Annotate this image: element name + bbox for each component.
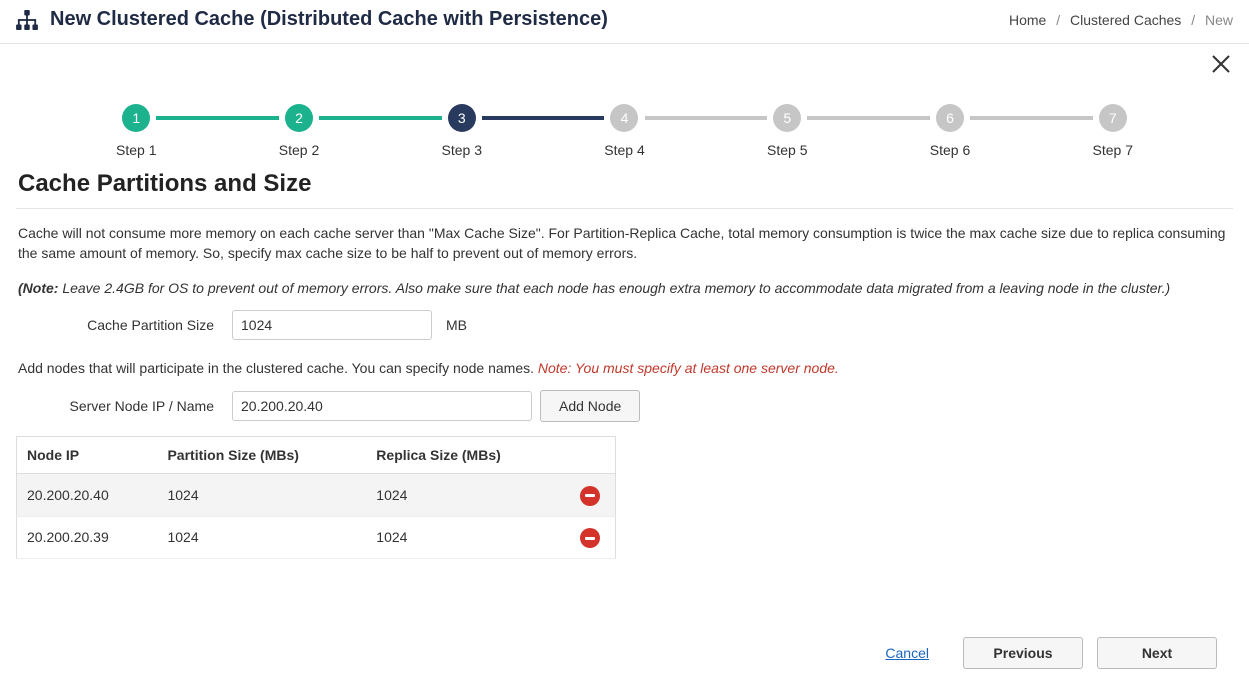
step-1[interactable]: 1 Step 1 xyxy=(116,104,156,158)
page-title: New Clustered Cache (Distributed Cache w… xyxy=(50,8,608,31)
cell-partition: 1024 xyxy=(157,516,366,559)
step-circle: 3 xyxy=(448,104,476,132)
section-description: Cache will not consume more memory on ea… xyxy=(16,223,1233,264)
table-row: 20.200.20.4010241024 xyxy=(17,474,616,517)
breadcrumb-current: New xyxy=(1205,12,1233,28)
cell-ip: 20.200.20.39 xyxy=(17,516,158,559)
remove-node-icon[interactable] xyxy=(580,528,600,548)
step-circle: 4 xyxy=(610,104,638,132)
step-6[interactable]: 6 Step 6 xyxy=(930,104,970,158)
sitemap-icon xyxy=(16,10,38,30)
step-circle: 1 xyxy=(122,104,150,132)
step-label: Step 4 xyxy=(604,142,644,158)
breadcrumb: Home / Clustered Caches / New xyxy=(1009,12,1233,28)
col-node-ip: Node IP xyxy=(17,437,158,474)
next-button[interactable]: Next xyxy=(1097,637,1217,669)
cache-partition-size-label: Cache Partition Size xyxy=(16,317,224,333)
section-note: (Note: Leave 2.4GB for OS to prevent out… xyxy=(16,278,1233,298)
col-replica-size: Replica Size (MBs) xyxy=(366,437,565,474)
step-label: Step 1 xyxy=(116,142,156,158)
cache-partition-size-unit: MB xyxy=(446,317,467,333)
step-label: Step 3 xyxy=(442,142,482,158)
step-connector xyxy=(319,116,441,120)
server-node-input[interactable] xyxy=(232,391,532,421)
previous-button[interactable]: Previous xyxy=(963,637,1083,669)
cancel-link[interactable]: Cancel xyxy=(885,645,929,661)
cell-ip: 20.200.20.40 xyxy=(17,474,158,517)
step-circle: 5 xyxy=(773,104,801,132)
step-5[interactable]: 5 Step 5 xyxy=(767,104,807,158)
step-circle: 6 xyxy=(936,104,964,132)
step-7[interactable]: 7 Step 7 xyxy=(1093,104,1133,158)
step-connector xyxy=(645,116,767,120)
add-nodes-text: Add nodes that will participate in the c… xyxy=(18,360,538,376)
step-connector xyxy=(807,116,929,120)
breadcrumb-home[interactable]: Home xyxy=(1009,12,1046,28)
remove-node-icon[interactable] xyxy=(580,486,600,506)
breadcrumb-sep: / xyxy=(1191,12,1195,28)
step-connector xyxy=(156,116,278,120)
cache-partition-size-input[interactable] xyxy=(232,310,432,340)
stepper: 1 Step 1 2 Step 2 3 Step 3 4 Step 4 5 Step 5 6 Step… xyxy=(116,104,1133,158)
step-label: Step 2 xyxy=(279,142,319,158)
step-2[interactable]: 2 Step 2 xyxy=(279,104,319,158)
close-icon[interactable] xyxy=(1211,54,1231,79)
breadcrumb-clustered-caches[interactable]: Clustered Caches xyxy=(1070,12,1181,28)
step-label: Step 7 xyxy=(1093,142,1133,158)
server-node-label: Server Node IP / Name xyxy=(16,398,224,414)
add-node-button[interactable]: Add Node xyxy=(540,390,640,422)
breadcrumb-sep: / xyxy=(1056,12,1060,28)
cell-replica: 1024 xyxy=(366,474,565,517)
table-row: 20.200.20.3910241024 xyxy=(17,516,616,559)
step-4[interactable]: 4 Step 4 xyxy=(604,104,644,158)
step-circle: 2 xyxy=(285,104,313,132)
col-partition-size: Partition Size (MBs) xyxy=(157,437,366,474)
step-label: Step 5 xyxy=(767,142,807,158)
step-connector xyxy=(970,116,1092,120)
section-title: Cache Partitions and Size xyxy=(16,170,1233,198)
add-nodes-warning: Note: You must specify at least one serv… xyxy=(538,360,839,376)
nodes-table: Node IP Partition Size (MBs) Replica Siz… xyxy=(16,436,616,559)
cell-replica: 1024 xyxy=(366,516,565,559)
cell-partition: 1024 xyxy=(157,474,366,517)
step-circle: 7 xyxy=(1099,104,1127,132)
step-3[interactable]: 3 Step 3 xyxy=(442,104,482,158)
step-connector xyxy=(482,116,604,120)
step-label: Step 6 xyxy=(930,142,970,158)
